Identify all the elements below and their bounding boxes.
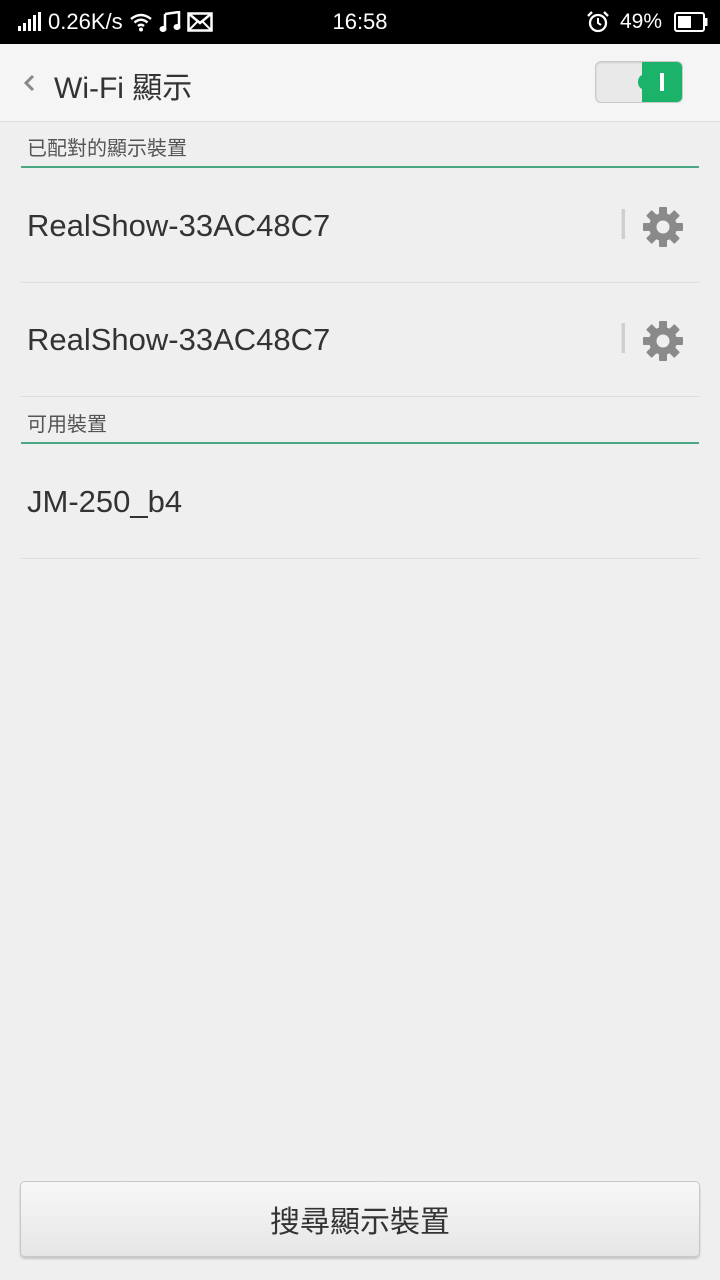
network-speed: 0.26K/s — [48, 9, 123, 34]
wifi-display-toggle[interactable] — [595, 61, 683, 103]
status-left: 0.26K/s — [12, 0, 213, 44]
chevron-left-icon — [23, 74, 35, 92]
available-device-row[interactable]: JM-250_b4 — [21, 445, 699, 559]
page-title: Wi-Fi 顯示 — [54, 72, 193, 105]
vertical-divider — [621, 323, 625, 353]
mail-icon — [186, 12, 213, 32]
device-settings-button[interactable] — [641, 319, 685, 363]
device-settings-button[interactable] — [641, 205, 685, 249]
section-header-paired: 已配對的顯示裝置 — [21, 122, 699, 168]
section-header-available: 可用裝置 — [21, 398, 699, 444]
paired-device-row[interactable]: RealShow-33AC48C7 — [21, 283, 699, 397]
alarm-icon — [586, 10, 610, 34]
toggle-on-indicator — [642, 62, 682, 102]
battery-percent: 49% — [619, 10, 662, 33]
signal-icon — [18, 12, 42, 32]
battery-icon — [674, 12, 708, 32]
wifi-icon — [129, 12, 153, 32]
section-label-available: 可用裝置 — [27, 412, 107, 436]
device-name: RealShow-33AC48C7 — [27, 208, 331, 243]
vertical-divider — [621, 209, 625, 239]
back-button[interactable] — [14, 66, 44, 100]
device-name: JM-250_b4 — [27, 484, 183, 519]
status-right: 49% — [580, 0, 708, 44]
gear-icon — [643, 321, 683, 361]
paired-device-row[interactable]: RealShow-33AC48C7 — [21, 169, 699, 283]
music-icon — [159, 11, 181, 33]
screen: 0.26K/s 16:58 49% Wi-Fi 顯示 已配對的顯示裝置 Real… — [0, 0, 720, 1280]
device-name: RealShow-33AC48C7 — [27, 322, 331, 357]
gear-icon — [643, 207, 683, 247]
status-bar: 0.26K/s 16:58 49% — [0, 0, 720, 44]
section-label-paired: 已配對的顯示裝置 — [27, 136, 187, 160]
search-devices-button[interactable]: 搜尋顯示裝置 — [20, 1181, 700, 1257]
